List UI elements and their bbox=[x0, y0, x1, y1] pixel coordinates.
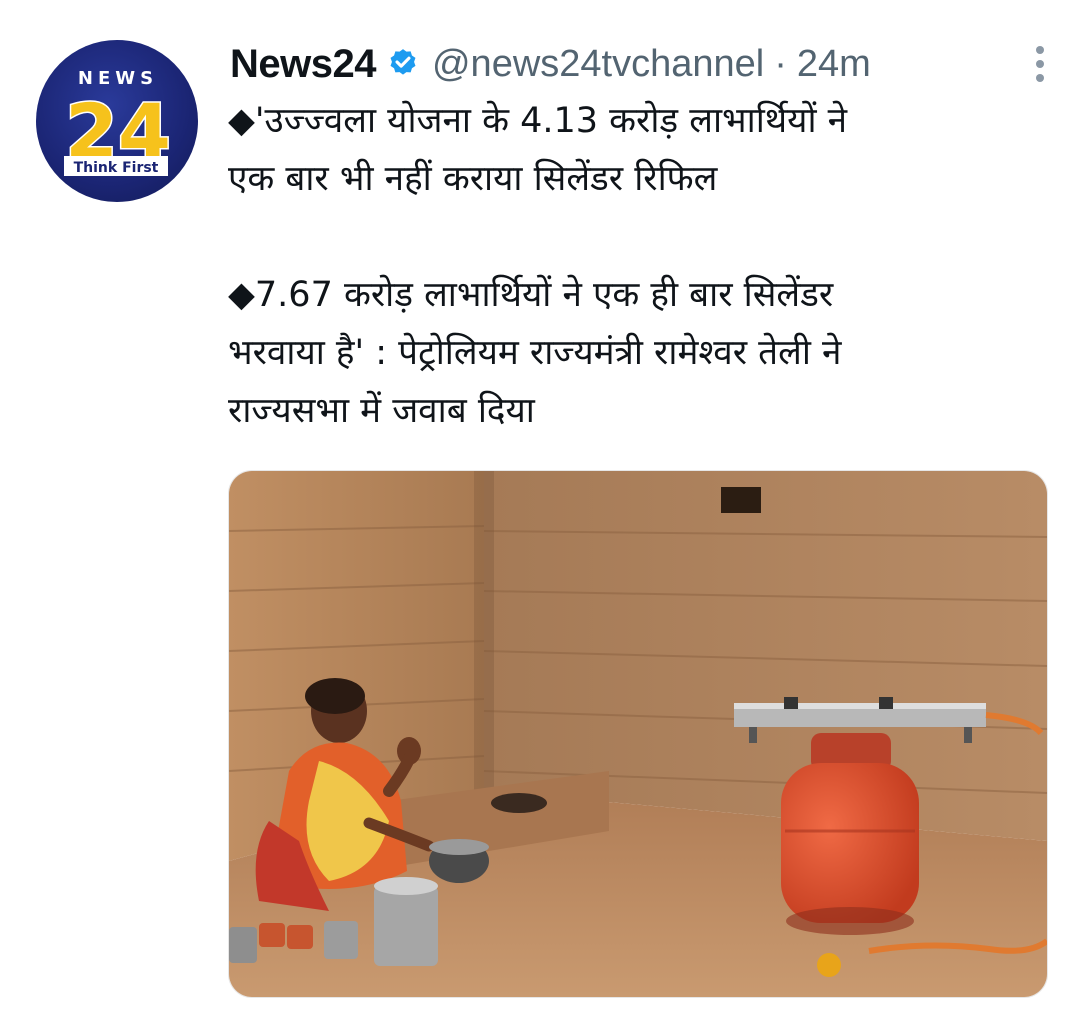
tweet: NEWS 24 Think First News24 @news24tvchan… bbox=[0, 0, 1080, 1026]
logo-tagline-text: Think First bbox=[74, 160, 159, 176]
tweet-line: ◆7.67 करोड़ लाभार्थियों ने एक ही बार सिल… bbox=[228, 275, 834, 315]
tweet-line: ◆'उज्ज्वला योजना के 4.13 करोड़ लाभार्थिय… bbox=[228, 101, 848, 141]
tweet-line: राज्यसभा में जवाब दिया bbox=[228, 391, 535, 431]
verified-badge-icon bbox=[386, 47, 420, 81]
news24-logo: NEWS 24 Think First bbox=[64, 68, 173, 178]
tweet-line: भरवाया है' : पेट्रोलियम राज्यमंत्री रामे… bbox=[228, 333, 842, 373]
handle[interactable]: @news24tvchannel bbox=[432, 43, 764, 86]
more-vertical-icon[interactable] bbox=[1030, 42, 1050, 86]
display-name[interactable]: News24 bbox=[230, 42, 376, 87]
avatar[interactable]: NEWS 24 Think First bbox=[36, 40, 198, 202]
tweet-header: News24 @news24tvchannel · 24m bbox=[230, 36, 1050, 92]
separator-dot: · bbox=[774, 42, 787, 85]
photo-kitchen-scene bbox=[229, 471, 1047, 997]
timestamp[interactable]: 24m bbox=[797, 43, 871, 86]
tweet-line: एक बार भी नहीं कराया सिलेंडर रिफिल bbox=[228, 159, 718, 199]
tweet-text: ◆'उज्ज्वला योजना के 4.13 करोड़ लाभार्थिय… bbox=[228, 92, 1048, 440]
tweet-photo[interactable] bbox=[228, 470, 1048, 998]
logo-top-text: NEWS bbox=[78, 68, 158, 89]
